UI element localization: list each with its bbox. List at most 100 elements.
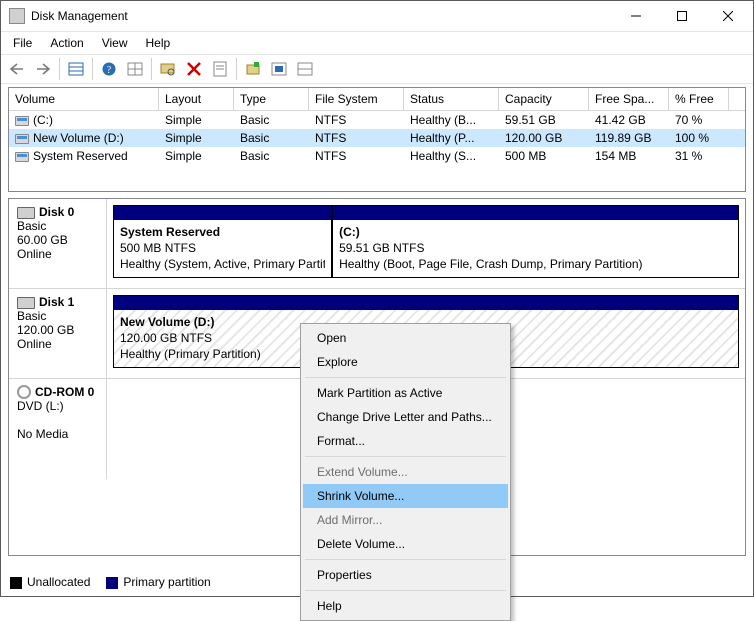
disk-partitions: System Reserved500 MB NTFSHealthy (Syste… xyxy=(107,199,745,288)
disk-icon xyxy=(17,207,35,219)
cell: New Volume (D:) xyxy=(9,129,159,147)
back-button[interactable] xyxy=(5,57,29,81)
cell: 31 % xyxy=(669,147,729,165)
context-menu[interactable]: OpenExplore Mark Partition as ActiveChang… xyxy=(300,323,511,621)
col-capacity[interactable]: Capacity xyxy=(499,88,589,110)
cell: System Reserved xyxy=(9,147,159,165)
view-settings-icon[interactable] xyxy=(123,57,147,81)
view-list-icon[interactable] xyxy=(64,57,88,81)
menu-file[interactable]: File xyxy=(5,34,40,52)
menu-item[interactable]: Help xyxy=(303,594,508,618)
action-3-icon[interactable] xyxy=(293,57,317,81)
menu-help[interactable]: Help xyxy=(138,34,179,52)
volume-icon xyxy=(15,152,29,162)
cell: 41.42 GB xyxy=(589,111,669,129)
disk-label: Disk 0Basic60.00 GBOnline xyxy=(9,199,107,288)
minimize-button[interactable] xyxy=(613,1,659,31)
volume-row[interactable]: New Volume (D:)SimpleBasicNTFSHealthy (P… xyxy=(9,129,745,147)
menu-item[interactable]: Shrink Volume... xyxy=(303,484,508,508)
partition-header xyxy=(114,206,331,220)
cell: Healthy (B... xyxy=(404,111,499,129)
volume-list[interactable]: Volume Layout Type File System Status Ca… xyxy=(8,87,746,192)
cell: 119.89 GB xyxy=(589,129,669,147)
cell: NTFS xyxy=(309,147,404,165)
cell: 500 MB xyxy=(499,147,589,165)
refresh-icon[interactable] xyxy=(156,57,180,81)
menu-action[interactable]: Action xyxy=(42,34,91,52)
menu-item[interactable]: Format... xyxy=(303,429,508,453)
menu-separator xyxy=(305,377,506,378)
forward-button[interactable] xyxy=(31,57,55,81)
volume-row[interactable]: (C:)SimpleBasicNTFSHealthy (B...59.51 GB… xyxy=(9,111,745,129)
cell: Healthy (P... xyxy=(404,129,499,147)
legend-primary: Primary partition xyxy=(123,575,210,589)
cell: NTFS xyxy=(309,129,404,147)
volume-row[interactable]: System ReservedSimpleBasicNTFSHealthy (S… xyxy=(9,147,745,165)
legend: Unallocated Primary partition xyxy=(10,575,211,589)
unallocated-swatch xyxy=(10,577,22,589)
partition[interactable]: (C:)59.51 GB NTFSHealthy (Boot, Page Fil… xyxy=(332,205,739,278)
menu-item[interactable]: Delete Volume... xyxy=(303,532,508,556)
action-1-icon[interactable] xyxy=(241,57,265,81)
app-icon xyxy=(9,8,25,24)
action-2-icon[interactable] xyxy=(267,57,291,81)
cell: Simple xyxy=(159,129,234,147)
cell: Basic xyxy=(234,111,309,129)
disk-row: Disk 0Basic60.00 GBOnlineSystem Reserved… xyxy=(9,199,745,289)
menu-separator xyxy=(305,559,506,560)
cdrom-icon xyxy=(17,385,31,399)
maximize-button[interactable] xyxy=(659,1,705,31)
cell: Basic xyxy=(234,147,309,165)
cell: Simple xyxy=(159,111,234,129)
help-icon[interactable]: ? xyxy=(97,57,121,81)
col-layout[interactable]: Layout xyxy=(159,88,234,110)
partition-header xyxy=(333,206,738,220)
menu-item[interactable]: Explore xyxy=(303,350,508,374)
menu-item[interactable]: Change Drive Letter and Paths... xyxy=(303,405,508,429)
cell: 120.00 GB xyxy=(499,129,589,147)
cell: (C:) xyxy=(9,111,159,129)
cell: NTFS xyxy=(309,111,404,129)
volume-list-header: Volume Layout Type File System Status Ca… xyxy=(9,88,745,111)
partition[interactable]: System Reserved500 MB NTFSHealthy (Syste… xyxy=(113,205,332,278)
volume-icon xyxy=(15,134,29,144)
window-title: Disk Management xyxy=(31,9,613,23)
legend-unallocated: Unallocated xyxy=(27,575,90,589)
menu-separator xyxy=(305,590,506,591)
partition-body: (C:)59.51 GB NTFSHealthy (Boot, Page Fil… xyxy=(333,220,738,277)
cell: 70 % xyxy=(669,111,729,129)
menu-item[interactable]: Mark Partition as Active xyxy=(303,381,508,405)
close-button[interactable] xyxy=(705,1,751,31)
menu-item: Add Mirror... xyxy=(303,508,508,532)
partition-body: System Reserved500 MB NTFSHealthy (Syste… xyxy=(114,220,331,277)
delete-icon[interactable] xyxy=(182,57,206,81)
cell: 59.51 GB xyxy=(499,111,589,129)
svg-text:?: ? xyxy=(107,65,112,76)
partition-header xyxy=(114,296,738,310)
menu-item: Extend Volume... xyxy=(303,460,508,484)
disk-label: CD-ROM 0DVD (L:)No Media xyxy=(9,379,107,479)
toolbar: ? xyxy=(1,54,753,84)
col-type[interactable]: Type xyxy=(234,88,309,110)
cell: Healthy (S... xyxy=(404,147,499,165)
menu-view[interactable]: View xyxy=(94,34,136,52)
col-volume[interactable]: Volume xyxy=(9,88,159,110)
menu-item[interactable]: Properties xyxy=(303,563,508,587)
menubar: File Action View Help xyxy=(1,32,753,54)
col-status[interactable]: Status xyxy=(404,88,499,110)
menu-item[interactable]: Open xyxy=(303,326,508,350)
properties-icon[interactable] xyxy=(208,57,232,81)
disk-label: Disk 1Basic120.00 GBOnline xyxy=(9,289,107,378)
cell: 100 % xyxy=(669,129,729,147)
volume-icon xyxy=(15,116,29,126)
col-pctfree[interactable]: % Free xyxy=(669,88,729,110)
titlebar: Disk Management xyxy=(1,1,753,32)
cell: 154 MB xyxy=(589,147,669,165)
col-filesystem[interactable]: File System xyxy=(309,88,404,110)
cell: Basic xyxy=(234,129,309,147)
cell: Simple xyxy=(159,147,234,165)
col-freespace[interactable]: Free Spa... xyxy=(589,88,669,110)
primary-swatch xyxy=(106,577,118,589)
menu-separator xyxy=(305,456,506,457)
disk-icon xyxy=(17,297,35,309)
